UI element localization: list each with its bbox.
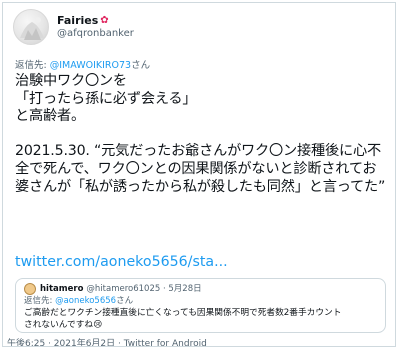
quoted-tweet[interactable]: hitamero @hitamero61025 · 5月28日 返信先: @ao… [15, 278, 386, 333]
avatar[interactable] [13, 9, 49, 45]
quoted-reply-prefix: 返信先: [24, 296, 56, 306]
author-display-name-row[interactable]: Fairies ✿ [57, 14, 134, 27]
reply-to-prefix: 返信先: [15, 60, 50, 71]
reply-to-mention[interactable]: @IMAWOIKIRO73 [50, 60, 131, 71]
quoted-text-line-1: ご高齢だとワクチン接種直後に亡くなっても因果関係不明で死者数2番手カウント [24, 308, 342, 318]
quoted-text-line-2: されないんですね😢 [24, 320, 103, 330]
reply-to-line: 返信先: @IMAWOIKIRO73さん [15, 57, 150, 71]
quoted-display-name: hitamero [40, 284, 84, 294]
quoted-avatar [24, 283, 36, 295]
avatar-image [20, 17, 44, 40]
author-names: Fairies ✿ @afqronbanker [57, 14, 134, 39]
author-display-name[interactable]: Fairies [57, 14, 98, 27]
reply-to-suffix: さん [131, 60, 151, 71]
tweet-header: Fairies ✿ @afqronbanker [13, 9, 134, 45]
quoted-reply-mention: @aoneko5656 [55, 296, 117, 306]
flower-icon: ✿ [100, 15, 109, 26]
tweet-timestamp[interactable]: 午後6:25 · 2021年6月2日 · Twitter for Android [7, 336, 207, 346]
tweet-card: Fairies ✿ @afqronbanker 返信先: @IMAWOIKIRO… [2, 2, 396, 347]
quoted-reply-to-line: 返信先: @aoneko5656さん [24, 295, 377, 307]
quoted-reply-suffix: さん [116, 296, 134, 306]
quoted-handle-date: @hitamero61025 · 5月28日 [86, 284, 202, 294]
quoted-tweet-header: hitamero @hitamero61025 · 5月28日 [24, 283, 377, 295]
author-handle[interactable]: @afqronbanker [57, 28, 134, 40]
tweet-text: 治験中ワク〇ンを 「打ったら孫に必ず会える」 と高齢者。 2021.5.30. … [15, 73, 386, 195]
tweet-link[interactable]: twitter.com/aoneko5656/sta... [15, 253, 228, 271]
